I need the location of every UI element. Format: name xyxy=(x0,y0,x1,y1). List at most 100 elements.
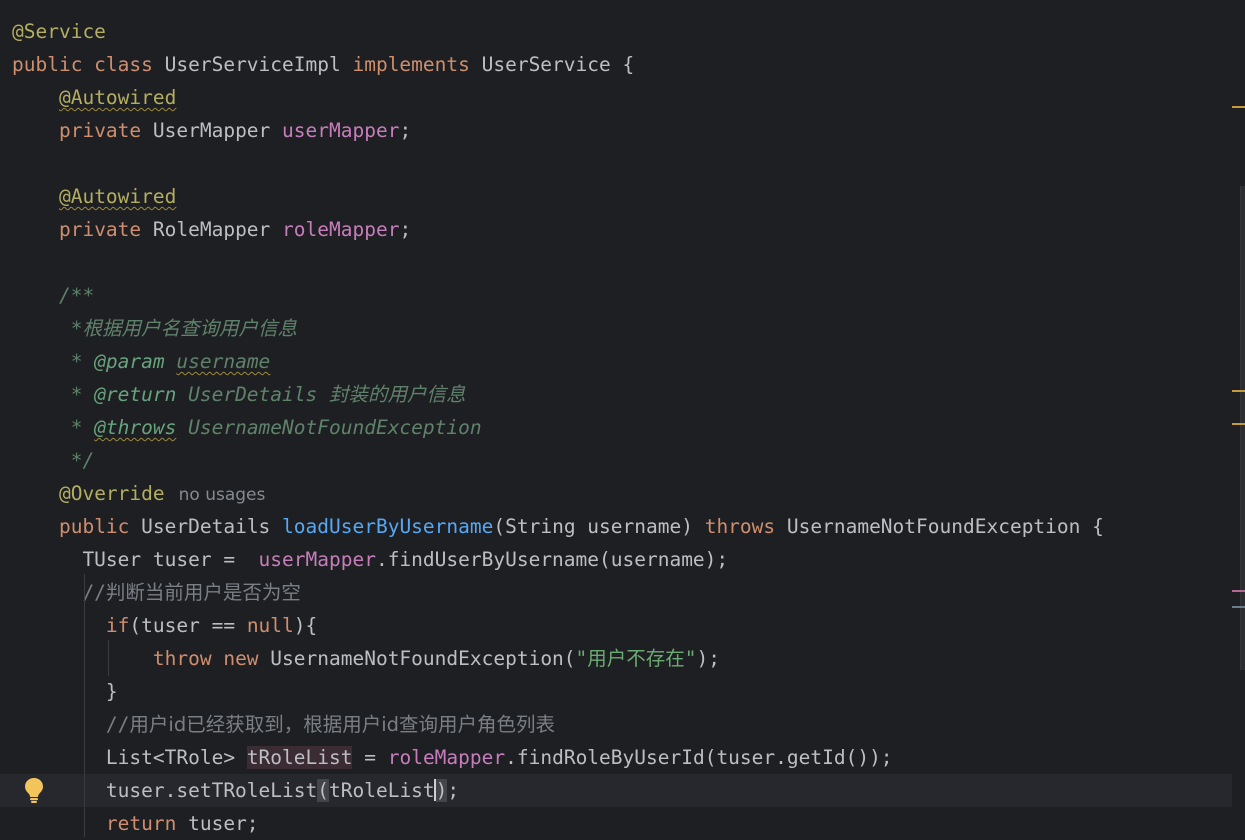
code-line[interactable]: private UserMapper userMapper; xyxy=(0,114,1232,147)
code-token: @Autowired xyxy=(58,86,177,109)
code-line[interactable]: @Override no usages xyxy=(0,477,1232,510)
code-token: * xyxy=(12,350,95,373)
code-line[interactable]: //判断当前用户是否为空 xyxy=(0,576,1232,609)
code-line-text: List<TRole> tRoleList = roleMapper.findR… xyxy=(12,741,893,774)
code-token: ; xyxy=(399,218,412,241)
code-token: 判断当前用户是否为空 xyxy=(105,581,301,604)
code-token: List<TRole> xyxy=(12,746,247,769)
code-line[interactable]: * @throws UsernameNotFoundException xyxy=(0,411,1232,444)
code-line-text: tuser.setTRoleList(tRoleList); xyxy=(12,774,459,807)
code-token: 用户id已经获取到，根据用户id查询用户角色列表 xyxy=(129,713,555,736)
code-token: } xyxy=(12,680,118,703)
code-token: public class xyxy=(12,53,165,76)
code-token: TUser tuser = xyxy=(12,548,259,571)
code-line[interactable]: List<TRole> tRoleList = roleMapper.findR… xyxy=(0,741,1232,774)
code-line-text: */ xyxy=(12,444,95,477)
code-line-text: /** xyxy=(12,279,94,312)
code-line[interactable]: @Autowired xyxy=(0,180,1232,213)
code-line-text: * @param username xyxy=(12,345,271,378)
code-line-text: @Autowired xyxy=(12,81,176,114)
code-token: UserDetails xyxy=(188,383,329,406)
usages-inlay-hint[interactable]: no usages xyxy=(179,485,266,505)
code-token: @return xyxy=(94,383,189,406)
code-token: @Service xyxy=(12,20,106,43)
code-line[interactable]: public UserDetails loadUserByUsername(St… xyxy=(0,510,1232,543)
code-token: /** xyxy=(58,284,95,307)
code-token: throws xyxy=(704,515,787,538)
code-line-text: private UserMapper userMapper; xyxy=(12,114,411,147)
code-line[interactable]: *根据用户名查询用户信息 xyxy=(0,312,1232,345)
code-token: private xyxy=(58,119,153,142)
code-line[interactable]: TUser tuser = userMapper.findUserByUsern… xyxy=(0,543,1232,576)
code-token: tuser.setTRoleList xyxy=(12,779,318,802)
code-token: username xyxy=(176,350,271,373)
code-token: * xyxy=(12,317,83,340)
code-token: tRoleList xyxy=(329,779,435,802)
code-line[interactable]: */ xyxy=(0,444,1232,477)
code-line[interactable]: if(tuser == null){ xyxy=(0,609,1232,642)
code-token: @Autowired xyxy=(58,185,177,208)
code-token: @param xyxy=(94,350,177,373)
code-line-text: if(tuser == null){ xyxy=(12,609,317,642)
code-line[interactable] xyxy=(0,147,1232,180)
code-token: tuser; xyxy=(188,812,259,835)
code-token: ); xyxy=(696,647,721,670)
code-line[interactable]: tuser.setTRoleList(tRoleList); xyxy=(0,774,1232,807)
code-token: if xyxy=(105,614,130,637)
code-token: * xyxy=(12,383,95,406)
code-line[interactable]: @Service xyxy=(0,15,1232,48)
code-token: (String username) xyxy=(493,515,705,538)
code-line-text: * @return UserDetails 封装的用户信息 xyxy=(12,378,466,411)
code-token: (tuser == xyxy=(129,614,247,637)
code-token: */ xyxy=(12,449,95,472)
code-line-text: TUser tuser = userMapper.findUserByUsern… xyxy=(12,543,728,576)
code-line[interactable]: @Autowired xyxy=(0,81,1232,114)
code-line[interactable]: private RoleMapper roleMapper; xyxy=(0,213,1232,246)
code-line[interactable]: } xyxy=(0,675,1232,708)
code-line-text: @Service xyxy=(12,15,106,48)
code-line-text: @Autowired xyxy=(12,180,176,213)
code-line[interactable]: /** xyxy=(0,279,1232,312)
caret-marker[interactable] xyxy=(1232,606,1245,608)
code-token: throw new xyxy=(152,647,271,670)
code-token: UsernameNotFoundException( xyxy=(270,647,576,670)
code-line[interactable]: * @param username xyxy=(0,345,1232,378)
code-line-text: //用户id已经获取到，根据用户id查询用户角色列表 xyxy=(12,708,555,741)
indent-guide xyxy=(108,640,109,676)
code-token: @throws xyxy=(94,416,177,439)
highlight-marker[interactable] xyxy=(1232,590,1245,592)
warning-marker[interactable] xyxy=(1232,106,1245,108)
code-token: UsernameNotFoundException xyxy=(176,416,482,439)
code-token: UserService { xyxy=(481,53,635,76)
warning-marker[interactable] xyxy=(1232,390,1245,392)
vertical-scrollbar[interactable] xyxy=(1240,186,1245,670)
code-line-text: *根据用户名查询用户信息 xyxy=(12,312,297,345)
warning-marker[interactable] xyxy=(1232,423,1245,425)
code-token: 根据用户名查询用户信息 xyxy=(82,317,297,340)
code-line-text: //判断当前用户是否为空 xyxy=(12,576,301,609)
code-token: * xyxy=(12,416,95,439)
code-line[interactable]: * @return UserDetails 封装的用户信息 xyxy=(0,378,1232,411)
code-token: implements xyxy=(352,53,482,76)
code-token: // xyxy=(12,713,130,736)
code-token: UserDetails xyxy=(141,515,283,538)
code-token: = xyxy=(352,746,388,769)
code-token: ) xyxy=(435,779,448,802)
code-line[interactable] xyxy=(0,246,1232,279)
code-token: ; xyxy=(399,119,412,142)
code-token: roleMapper xyxy=(282,218,400,241)
code-token: .findUserByUsername(username); xyxy=(375,548,729,571)
code-token: userMapper xyxy=(258,548,376,571)
indent-guide xyxy=(84,574,85,837)
code-editor[interactable]: return tuser; tuser.setTRoleList(tRoleLi… xyxy=(0,0,1245,837)
code-line-text: public UserDetails loadUserByUsername(St… xyxy=(12,510,1104,543)
code-token: ; xyxy=(447,779,460,802)
code-line[interactable]: public class UserServiceImpl implements … xyxy=(0,48,1232,81)
code-line[interactable]: return tuser; xyxy=(0,807,1232,840)
code-line[interactable]: throw new UsernameNotFoundException("用户不… xyxy=(0,642,1232,675)
lightbulb-icon[interactable] xyxy=(22,776,46,804)
code-line[interactable]: //用户id已经获取到，根据用户id查询用户角色列表 xyxy=(0,708,1232,741)
